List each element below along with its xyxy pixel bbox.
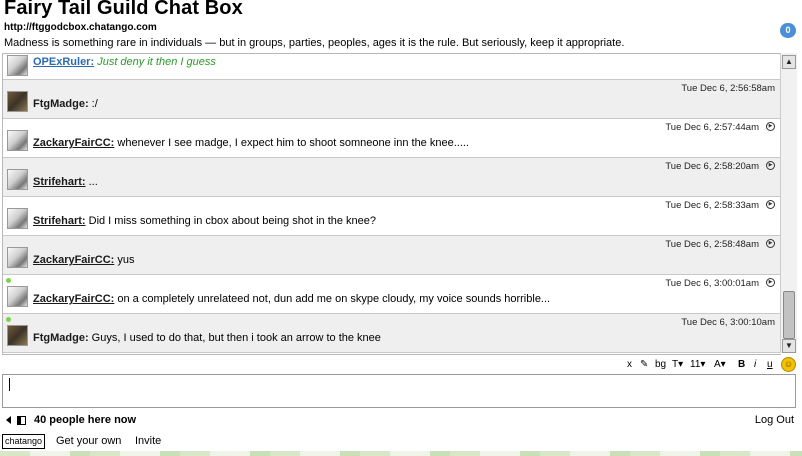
user-list-icon[interactable] xyxy=(17,416,26,425)
message-row: FtgMadge: :/ Tue Dec 6, 2:56:58am xyxy=(3,80,781,119)
chat-url[interactable]: http://ftggodcbox.chatango.com xyxy=(4,22,157,33)
formatting-toolbar: x ✎ bg T▾ 11▾ A▾ B i u ☺ xyxy=(600,357,798,373)
avatar[interactable] xyxy=(7,55,28,76)
branding-bar: chatango Get your own Invite xyxy=(2,433,800,451)
avatar[interactable] xyxy=(7,208,28,229)
font-size-select[interactable]: 11▾ xyxy=(690,359,705,370)
message-text: Did I miss something in cbox about being… xyxy=(88,215,377,227)
timestamp: Tue Dec 6, 2:56:58am xyxy=(681,83,775,94)
online-dot-icon xyxy=(6,317,11,322)
message-line: ZackaryFairCC: whenever I see madge, I e… xyxy=(33,137,469,149)
timestamp: Tue Dec 6, 2:58:33am xyxy=(665,200,759,211)
chatango-logo[interactable]: chatango xyxy=(2,434,46,449)
underline-button[interactable]: u xyxy=(767,359,773,370)
avatar[interactable] xyxy=(7,247,28,268)
username[interactable]: Strifehart: xyxy=(33,215,86,227)
font-size-value: 11 xyxy=(690,359,701,370)
message-line: Strifehart: Did I miss something in cbox… xyxy=(33,215,376,227)
message-scrollbar[interactable]: ▲ ▼ xyxy=(780,53,797,353)
message-row: FtgMadge: Guys, I used to do that, but t… xyxy=(3,314,781,353)
text-style-label: T xyxy=(672,359,679,370)
username[interactable]: FtgMadge: xyxy=(33,98,89,110)
message-line: OPExRuler: Just deny it then I guess xyxy=(33,56,216,68)
bg-color-button[interactable]: bg xyxy=(655,359,666,370)
chat-title: Fairy Tail Guild Chat Box xyxy=(4,0,243,19)
username[interactable]: OPExRuler: xyxy=(33,56,94,68)
chat-header: Fairy Tail Guild Chat Box http://ftggodc… xyxy=(4,0,796,52)
message-text: yus xyxy=(117,254,135,266)
play-icon[interactable]: ▶ xyxy=(766,200,775,209)
message-line: FtgMadge: :/ xyxy=(33,98,98,110)
text-style-button[interactable]: T▾ xyxy=(672,359,683,370)
bold-button[interactable]: B xyxy=(738,359,745,370)
timestamp: Tue Dec 6, 3:00:10am xyxy=(681,317,775,328)
username[interactable]: ZackaryFairCC: xyxy=(33,254,114,266)
chat-description: Madness is something rare in individuals… xyxy=(4,37,625,49)
message-text: :/ xyxy=(91,98,98,110)
smiley-icon[interactable]: ☺ xyxy=(781,357,796,372)
message-line: FtgMadge: Guys, I used to do that, but t… xyxy=(33,332,381,344)
play-icon[interactable]: ▶ xyxy=(766,122,775,131)
avatar[interactable] xyxy=(7,325,28,346)
scroll-up-icon[interactable]: ▲ xyxy=(782,55,796,69)
avatar[interactable] xyxy=(7,91,28,112)
footer-bar: 40 people here now Log Out xyxy=(4,413,796,433)
message-input[interactable] xyxy=(2,374,796,408)
timestamp: Tue Dec 6, 2:58:20am xyxy=(665,161,759,172)
get-your-own-link[interactable]: Get your own xyxy=(56,435,121,447)
message-text: on a completely unrelateed not, dun add … xyxy=(117,293,551,305)
message-row: ZackaryFairCC: yus Tue Dec 6, 2:58:48am … xyxy=(3,236,781,275)
scrollbar-thumb[interactable] xyxy=(783,291,795,339)
message-row: Strifehart: ... Tue Dec 6, 2:58:20am ▶ xyxy=(3,158,781,197)
notification-badge[interactable]: 0 xyxy=(780,23,796,38)
message-line: ZackaryFairCC: on a completely unrelatee… xyxy=(33,293,550,305)
message-row: ZackaryFairCC: on a completely unrelatee… xyxy=(3,275,781,314)
message-text: ... xyxy=(88,176,98,188)
message-text: Guys, I used to do that, but then i took… xyxy=(91,332,381,344)
text-color-icon[interactable]: A▾ xyxy=(714,359,726,370)
username[interactable]: ZackaryFairCC: xyxy=(33,137,114,149)
message-list[interactable]: OPExRuler: Just deny it then I guess Ftg… xyxy=(2,53,781,355)
text-caret xyxy=(9,378,10,391)
username[interactable]: FtgMadge: xyxy=(33,332,89,344)
close-icon[interactable]: x xyxy=(627,359,632,370)
scroll-down-icon[interactable]: ▼ xyxy=(782,339,796,353)
italic-button[interactable]: i xyxy=(754,359,756,370)
message-row: OPExRuler: Just deny it then I guess xyxy=(3,54,781,80)
timestamp: Tue Dec 6, 2:57:44am xyxy=(665,122,759,133)
message-row: ZackaryFairCC: whenever I see madge, I e… xyxy=(3,119,781,158)
online-dot-icon xyxy=(6,278,11,283)
avatar[interactable] xyxy=(7,169,28,190)
avatar[interactable] xyxy=(7,130,28,151)
collapse-arrow-icon[interactable] xyxy=(6,416,11,424)
username[interactable]: ZackaryFairCC: xyxy=(33,293,114,305)
invite-link[interactable]: Invite xyxy=(135,435,161,447)
logout-link[interactable]: Log Out xyxy=(755,414,794,426)
timestamp: Tue Dec 6, 2:58:48am xyxy=(665,239,759,250)
username[interactable]: Strifehart: xyxy=(33,176,86,188)
message-row: Strifehart: Did I miss something in cbox… xyxy=(3,197,781,236)
message-text: whenever I see madge, I expect him to sh… xyxy=(117,137,469,149)
people-count[interactable]: 40 people here now xyxy=(34,414,136,426)
avatar[interactable] xyxy=(7,286,28,307)
pen-icon[interactable]: ✎ xyxy=(640,359,648,370)
timestamp: Tue Dec 6, 3:00:01am xyxy=(665,278,759,289)
background-strip xyxy=(0,451,802,456)
play-icon[interactable]: ▶ xyxy=(766,239,775,248)
message-text: Just deny it then I guess xyxy=(97,56,216,68)
message-line: ZackaryFairCC: yus xyxy=(33,254,135,266)
play-icon[interactable]: ▶ xyxy=(766,278,775,287)
play-icon[interactable]: ▶ xyxy=(766,161,775,170)
message-line: Strifehart: ... xyxy=(33,176,98,188)
